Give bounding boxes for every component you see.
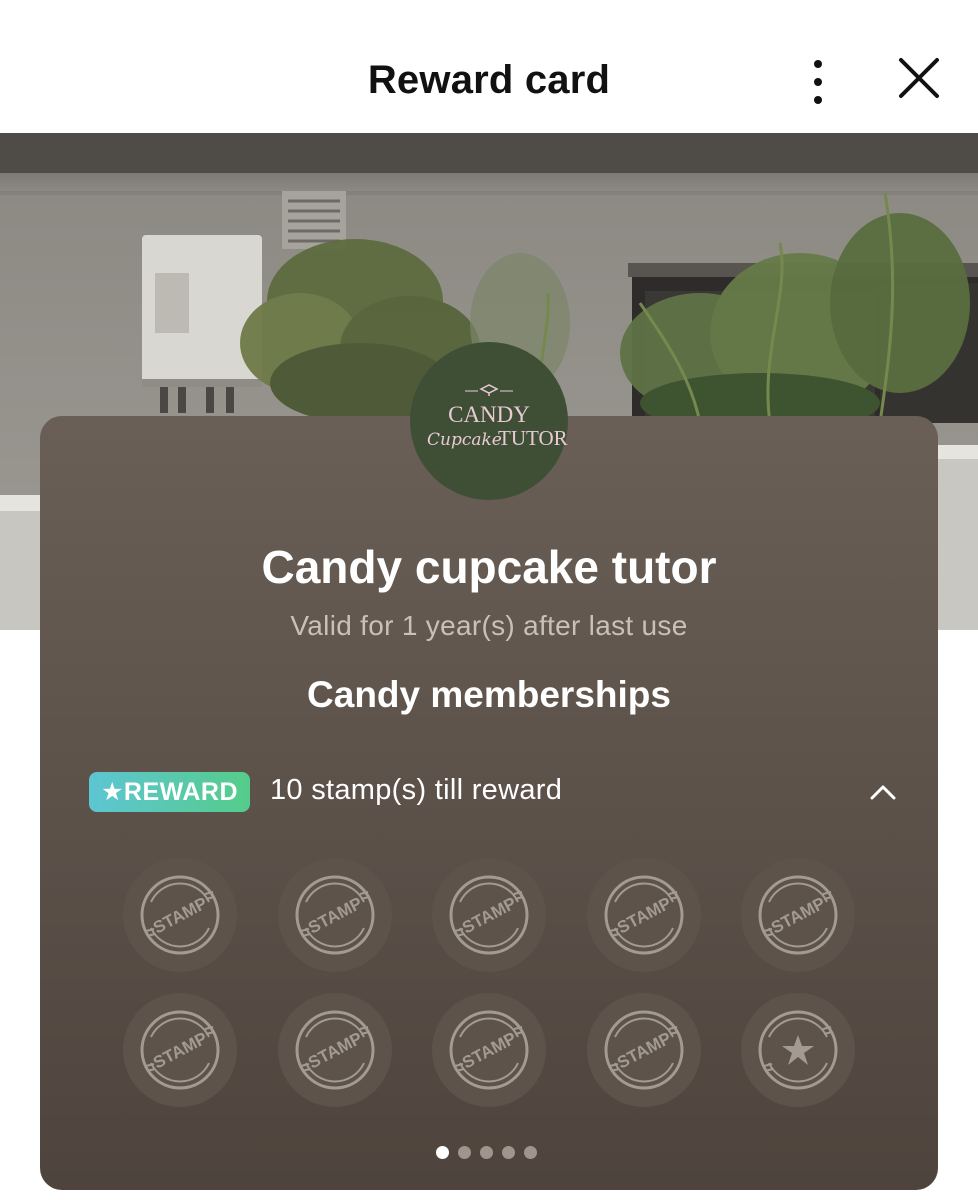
shop-logo: CANDY Cupcake TUTOR xyxy=(410,342,568,500)
logo-text-cupcake: Cupcake xyxy=(427,430,502,450)
shop-logo-artwork: CANDY Cupcake TUTOR xyxy=(427,384,568,450)
logo-text-candy: CANDY xyxy=(448,402,530,427)
svg-text:STAMP: STAMP xyxy=(614,893,674,937)
stamp-icon: STAMP xyxy=(140,875,220,955)
svg-text:STAMP: STAMP xyxy=(459,893,519,937)
chevron-up-icon xyxy=(870,785,896,800)
stamp-icon: STAMP xyxy=(295,875,374,955)
more-options-button[interactable] xyxy=(795,52,841,112)
svg-text:STAMP: STAMP xyxy=(305,893,365,937)
stamp-slot: STAMP xyxy=(432,858,546,972)
page-dot[interactable] xyxy=(436,1146,449,1159)
validity-text: Valid for 1 year(s) after last use xyxy=(290,610,688,641)
svg-text:STAMP: STAMP xyxy=(459,1028,519,1072)
membership-title: Candy memberships xyxy=(307,674,671,715)
more-vertical-icon-dot xyxy=(814,96,822,104)
stamp-icon: STAMP xyxy=(758,875,838,955)
stamp-slot: STAMP xyxy=(123,993,237,1107)
collapse-button[interactable] xyxy=(866,778,900,806)
reward-badge: ★REWARD xyxy=(89,772,250,812)
page-indicator xyxy=(436,1146,546,1162)
stamp-grid: STAMP STAMP STAMP STAMP STAMP STAMP STAMP STAMP… xyxy=(123,858,855,1108)
stamp-slot: STAMP xyxy=(123,858,237,972)
page-dot[interactable] xyxy=(502,1146,515,1159)
top-bar: Reward card xyxy=(0,0,978,133)
stamp-icon: STAMP xyxy=(449,1010,529,1090)
close-button[interactable] xyxy=(893,52,945,104)
stamp-slot: STAMP xyxy=(432,993,546,1107)
stamp-icon: STAMP xyxy=(604,875,683,955)
stamp-slot: STAMP xyxy=(741,858,855,972)
stamp-slot: STAMP xyxy=(586,993,701,1107)
stamp-icon: STAMP xyxy=(295,1010,374,1090)
stamp-slot: STAMP xyxy=(586,858,701,972)
svg-text:STAMP: STAMP xyxy=(614,1028,674,1072)
page-dot[interactable] xyxy=(480,1146,493,1159)
star-stamp-icon xyxy=(758,1010,838,1090)
svg-text:STAMP: STAMP xyxy=(768,893,828,937)
stamp-icon: STAMP xyxy=(449,875,529,955)
stamp-slot: STAMP xyxy=(277,858,392,972)
svg-text:STAMP: STAMP xyxy=(150,893,210,937)
shop-name: Candy cupcake tutor xyxy=(261,541,717,593)
svg-text:STAMP: STAMP xyxy=(150,1028,210,1072)
close-icon xyxy=(899,58,939,98)
page-dot[interactable] xyxy=(524,1146,537,1159)
svg-text:STAMP: STAMP xyxy=(305,1028,365,1072)
more-vertical-icon xyxy=(814,60,822,68)
stamp-slot: STAMP xyxy=(277,993,392,1107)
stamp-icon: STAMP xyxy=(604,1010,683,1090)
reward-stamp-slot xyxy=(741,993,855,1107)
stamp-icon: STAMP xyxy=(140,1010,220,1090)
logo-text-tutor: TUTOR xyxy=(498,426,568,450)
page-dot[interactable] xyxy=(458,1146,471,1159)
stamps-till-reward-text: 10 stamp(s) till reward xyxy=(270,774,563,806)
more-vertical-icon-dot xyxy=(814,78,822,86)
